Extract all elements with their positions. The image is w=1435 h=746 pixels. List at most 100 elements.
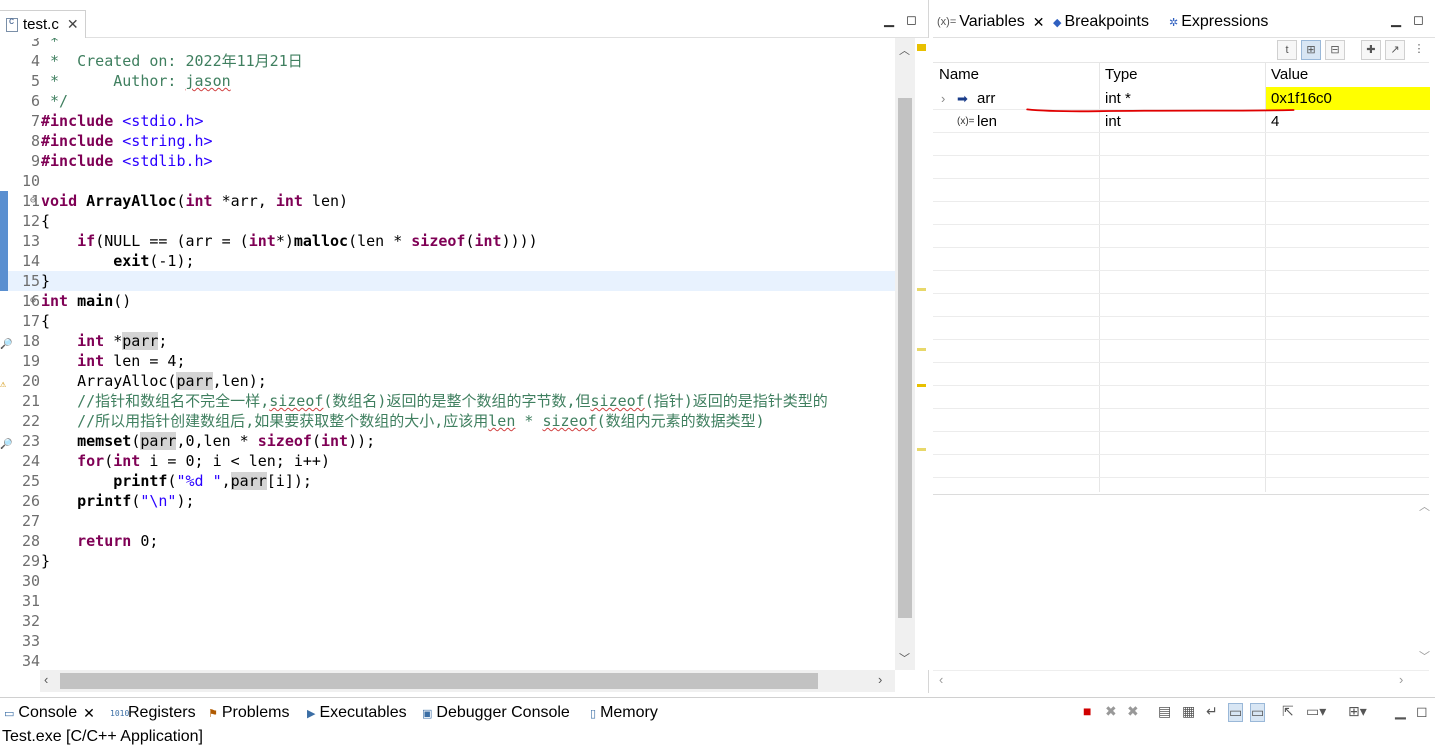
code-line[interactable]: 31 — [0, 591, 895, 611]
code-text[interactable]: return 0; — [41, 531, 158, 551]
collapse-all-icon[interactable]: ⊟ — [1325, 40, 1345, 60]
tab-debugger-console[interactable]: ▣ Debugger Console — [422, 704, 570, 722]
line-number[interactable]: 5 — [0, 71, 40, 91]
code-line[interactable]: 28 return 0; — [0, 531, 895, 551]
code-line[interactable]: 3 * — [0, 38, 895, 51]
variable-value[interactable]: 4 — [1271, 110, 1279, 133]
fold-toggle-icon[interactable]: ⊖ — [30, 191, 36, 211]
chevron-up-icon[interactable]: ︿ — [899, 42, 910, 58]
chevron-left-icon[interactable]: ‹ — [44, 672, 48, 687]
chevron-left-icon[interactable]: ‹ — [939, 672, 943, 687]
tab-breakpoints[interactable]: ◆ Breakpoints — [1053, 13, 1149, 31]
minimize-icon[interactable]: ▁ — [1391, 12, 1401, 28]
tab-executables[interactable]: ▶ Executables — [307, 704, 407, 722]
tab-registers[interactable]: 1010 Registers — [110, 704, 196, 722]
pin-console-icon[interactable]: ⇱ — [1282, 703, 1294, 720]
code-line[interactable]: 23 🔎 memset(parr,0,len * sizeof(int)); — [0, 431, 895, 451]
remove-all-icon[interactable]: ✖ — [1127, 703, 1139, 720]
code-line[interactable]: 18 🔎 int *parr; — [0, 331, 895, 351]
line-number[interactable]: 25 — [0, 471, 40, 491]
fold-toggle-icon[interactable]: ⊖ — [30, 291, 36, 311]
tab-problems[interactable]: ⚑ Problems — [208, 704, 289, 722]
line-number[interactable]: 4 — [0, 51, 40, 71]
minimize-icon[interactable]: ▁ — [884, 12, 894, 28]
maximize-icon[interactable]: ◻ — [1413, 12, 1424, 28]
show-on-error-icon[interactable]: ▭ — [1250, 703, 1266, 722]
code-line[interactable]: 16 ⊖ int main() — [0, 291, 895, 311]
code-line[interactable]: 30 — [0, 571, 895, 591]
line-number[interactable]: 24 — [0, 451, 40, 471]
code-text[interactable]: ArrayAlloc(parr,len); — [41, 371, 267, 391]
code-line[interactable]: 8 #include <string.h> — [0, 131, 895, 151]
code-line[interactable]: 25 printf("%d ",parr[i]); — [0, 471, 895, 491]
code-text[interactable]: if(NULL == (arr = (int*)malloc(len * siz… — [41, 231, 538, 251]
code-text[interactable]: } — [41, 551, 50, 571]
line-number[interactable]: 6 — [0, 91, 40, 111]
line-number[interactable]: 19 — [0, 351, 40, 371]
code-text[interactable]: //所以用指针创建数组后,如果要获取整个数组的大小,应该用len * sizeo… — [41, 411, 765, 431]
line-number[interactable]: 27 — [0, 511, 40, 531]
overview-marker[interactable] — [917, 448, 926, 451]
code-text[interactable]: printf("%d ",parr[i]); — [41, 471, 312, 491]
scrollbar-thumb[interactable] — [898, 98, 912, 618]
line-number[interactable]: 7 — [0, 111, 40, 131]
show-on-output-icon[interactable]: ▭ — [1228, 703, 1244, 722]
detail-horizontal-scrollbar[interactable]: ‹ › — [933, 670, 1429, 692]
code-text[interactable]: #include <stdlib.h> — [41, 151, 213, 171]
code-line[interactable]: 9 #include <stdlib.h> — [0, 151, 895, 171]
chevron-down-icon[interactable]: ﹀ — [1419, 648, 1430, 664]
code-line[interactable]: 29} — [0, 551, 895, 571]
code-text[interactable]: * Author: jason — [41, 71, 231, 91]
overview-marker[interactable] — [917, 384, 926, 387]
code-text[interactable]: printf("\n"); — [41, 491, 194, 511]
code-text[interactable]: void ArrayAlloc(int *arr, int len) — [41, 191, 348, 211]
code-line[interactable]: 19 int len = 4; — [0, 351, 895, 371]
code-line[interactable]: 32 — [0, 611, 895, 631]
tab-expressions[interactable]: ✲ Expressions — [1169, 13, 1268, 31]
code-line[interactable]: 22 //所以用指针创建数组后,如果要获取整个数组的大小,应该用len * si… — [0, 411, 895, 431]
code-text[interactable]: * Created on: 2022年11月21日 — [41, 51, 303, 71]
export-icon[interactable]: ↗ — [1385, 40, 1405, 60]
line-number[interactable]: 17 — [0, 311, 40, 331]
code-line[interactable]: 12{ — [0, 211, 895, 231]
code-area[interactable]: 3 * 4 * Created on: 2022年11月21日 5 * Author… — [0, 38, 895, 670]
code-text[interactable]: for(int i = 0; i < len; i++) — [41, 451, 330, 471]
add-watch-icon[interactable]: ✚ — [1361, 40, 1381, 60]
column-header-type[interactable]: Type — [1099, 63, 1138, 87]
code-text[interactable]: * — [41, 38, 59, 51]
code-text[interactable]: } — [41, 271, 50, 291]
line-number[interactable]: 31 — [0, 591, 40, 611]
code-line[interactable]: 5 * Author: jason — [0, 71, 895, 91]
variable-detail-pane[interactable] — [933, 494, 1429, 670]
code-line[interactable]: 17{ — [0, 311, 895, 331]
overview-marker[interactable] — [917, 288, 926, 291]
terminate-icon[interactable]: ■ — [1083, 703, 1091, 719]
overview-ruler[interactable] — [915, 38, 929, 670]
code-text[interactable]: int main() — [41, 291, 131, 311]
code-line[interactable]: 20 ⚠ ArrayAlloc(parr,len); — [0, 371, 895, 391]
code-text[interactable]: int *parr; — [41, 331, 167, 351]
code-line[interactable]: 11 ⊖ void ArrayAlloc(int *arr, int len) — [0, 191, 895, 211]
close-icon[interactable]: ✕ — [83, 705, 95, 722]
line-number[interactable]: 10 — [0, 171, 40, 191]
code-line[interactable]: 7 #include <stdio.h> — [0, 111, 895, 131]
line-number[interactable]: 8 — [0, 131, 40, 151]
show-logical-structure-icon[interactable]: ⊞ — [1301, 40, 1321, 60]
line-number[interactable]: 21 — [0, 391, 40, 411]
code-text[interactable]: { — [41, 211, 50, 231]
code-line[interactable]: 10 — [0, 171, 895, 191]
tab-memory[interactable]: ▯ Memory — [590, 704, 658, 722]
maximize-icon[interactable]: ◻ — [906, 12, 917, 28]
tab-variables[interactable]: (x)= Variables ✕ — [937, 13, 1045, 31]
maximize-icon[interactable]: ◻ — [1416, 703, 1428, 720]
code-line[interactable]: 21 //指针和数组名不完全一样,sizeof(数组名)返回的是整个数组的字节数… — [0, 391, 895, 411]
close-icon[interactable]: ✕ — [67, 16, 79, 33]
code-line[interactable]: 26 printf("\n"); — [0, 491, 895, 511]
line-number[interactable]: 30 — [0, 571, 40, 591]
display-console-icon[interactable]: ▭▾ — [1306, 703, 1326, 720]
code-line[interactable]: 27 — [0, 511, 895, 531]
scrollbar-thumb[interactable] — [60, 673, 818, 689]
code-text[interactable]: int len = 4; — [41, 351, 185, 371]
code-line[interactable]: 13 if(NULL == (arr = (int*)malloc(len * … — [0, 231, 895, 251]
chevron-up-icon[interactable]: ︿ — [1419, 498, 1430, 514]
